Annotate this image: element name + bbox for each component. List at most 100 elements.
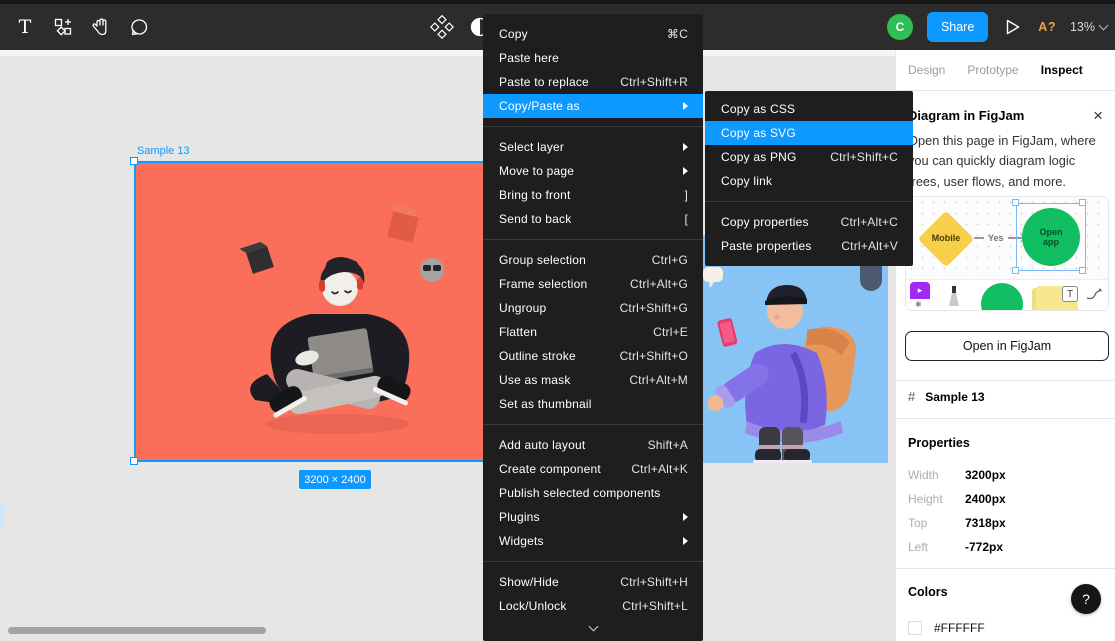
submenu-item-copy-link[interactable]: Copy link [705,169,913,193]
property-label: Left [908,540,965,554]
hand-tool-button[interactable] [82,7,120,47]
comment-icon [130,18,149,37]
menu-item-copy-paste-as[interactable]: Copy/Paste as [483,94,703,118]
menu-item-create-component[interactable]: Create componentCtrl+Alt+K [483,457,703,481]
property-value: 3200px [965,468,1006,482]
submenu-item-copy-properties[interactable]: Copy propertiesCtrl+Alt+C [705,210,913,234]
submenu-arrow-icon [683,102,688,110]
properties-heading: Properties [908,436,970,450]
property-value: 7318px [965,516,1006,530]
chevron-down-icon [1099,20,1109,30]
size-badge: 3200 × 2400 [299,470,371,489]
selected-frame-row: # Sample 13 [908,389,985,404]
figjam-edge-label: Yes [988,233,1004,243]
accessibility-badge[interactable]: A? [1038,20,1056,34]
inspector-panel: Design Prototype Inspect Diagram in FigJ… [896,50,1115,641]
illustration-person-laptop [135,162,535,461]
figjam-description: Open this page in FigJam, where you can … [896,123,1115,192]
property-label: Height [908,492,965,506]
menu-item-add-auto-layout[interactable]: Add auto layoutShift+A [483,433,703,457]
property-value: 2400px [965,492,1006,506]
close-icon[interactable]: × [1093,110,1103,122]
menu-item-lock-unlock[interactable]: Lock/UnlockCtrl+Shift+L [483,594,703,618]
menu-item-flatten[interactable]: FlattenCtrl+E [483,320,703,344]
divider [896,380,1115,381]
menu-scroll-more[interactable] [483,618,703,638]
avatar[interactable]: C [887,14,913,40]
menu-item-widgets[interactable]: Widgets [483,529,703,553]
shadow [266,414,410,434]
colors-heading: Colors [908,585,948,599]
context-menu: Copy⌘C Paste here Paste to replaceCtrl+S… [483,14,703,641]
speech-bubble [703,267,723,288]
zoom-control[interactable]: 13% [1070,20,1107,34]
figjam-handle-tr [1079,199,1086,206]
comment-tool-button[interactable] [120,7,158,47]
menu-item-paste-to-replace[interactable]: Paste to replaceCtrl+Shift+R [483,70,703,94]
menu-item-bring-to-front[interactable]: Bring to front] [483,183,703,207]
character [250,257,415,419]
menu-item-plugins[interactable]: Plugins [483,505,703,529]
chevron-down-icon [588,621,598,631]
left-edge-tab [0,503,4,531]
horizontal-scrollbar[interactable] [8,627,266,634]
character-blue [702,285,859,463]
menu-item-frame-selection[interactable]: Frame selectionCtrl+Alt+G [483,272,703,296]
cursor-tool-icon: ▸ [910,282,930,299]
menu-item-publish-selected-components[interactable]: Publish selected components [483,481,703,505]
property-row-width: Width 3200px [908,468,1103,482]
help-button[interactable]: ? [1071,584,1101,614]
menu-item-move-to-page[interactable]: Move to page [483,159,703,183]
menu-item-use-as-mask[interactable]: Use as maskCtrl+Alt+M [483,368,703,392]
menu-item-show-hide[interactable]: Show/HideCtrl+Shift+H [483,570,703,594]
menu-item-paste-here[interactable]: Paste here [483,46,703,70]
menu-separator [483,561,703,562]
menu-item-select-layer[interactable]: Select layer [483,135,703,159]
figjam-handle-tl [1012,199,1019,206]
zoom-level: 13% [1070,20,1095,34]
submenu-arrow-icon [683,167,688,175]
property-label: Top [908,516,965,530]
share-button[interactable]: Share [927,12,988,42]
selection-handle-top-left[interactable] [130,157,138,165]
selection-handle-bottom-left[interactable] [130,457,138,465]
selected-frame-name: Sample 13 [925,390,984,404]
shape-circle-icon [981,283,1023,311]
frame-label-sample-13[interactable]: Sample 13 [137,145,190,157]
figjam-handle-bl [1012,267,1019,274]
text-tool-icon: T [19,16,32,38]
frame-sample-13[interactable] [135,162,535,461]
tab-design[interactable]: Design [908,63,945,77]
submenu-item-copy-as-svg[interactable]: Copy as SVG [705,121,913,145]
inspector-tabs: Design Prototype Inspect [896,50,1115,91]
menu-item-send-to-back[interactable]: Send to back[ [483,207,703,231]
submenu-item-copy-as-css[interactable]: Copy as CSS [705,97,913,121]
menu-item-ungroup[interactable]: UngroupCtrl+Shift+G [483,296,703,320]
menu-item-set-as-thumbnail[interactable]: Set as thumbnail [483,392,703,416]
menu-item-copy[interactable]: Copy⌘C [483,22,703,46]
open-in-figjam-button[interactable]: Open in FigJam [905,331,1109,361]
actions-icon [54,18,72,36]
submenu-item-copy-as-png[interactable]: Copy as PNGCtrl+Shift+C [705,145,913,169]
hand-icon [92,17,110,37]
menu-item-outline-stroke[interactable]: Outline strokeCtrl+Shift+O [483,344,703,368]
menu-item-group-selection[interactable]: Group selectionCtrl+G [483,248,703,272]
property-row-height: Height 2400px [908,492,1103,506]
canvas-top-strip [0,50,895,56]
submenu-arrow-icon [683,537,688,545]
figjam-handle-br [1079,267,1086,274]
figjam-node-selection [1016,203,1086,271]
submenu-item-paste-properties[interactable]: Paste propertiesCtrl+Alt+V [705,234,913,258]
text-tool-button[interactable]: T [6,7,44,47]
color-swatch-row: #FFFFFF [908,621,985,635]
menu-separator [483,424,703,425]
tab-inspect[interactable]: Inspect [1041,63,1083,77]
menu-separator [483,126,703,127]
figjam-diamonds-icon[interactable] [430,15,454,39]
figjam-section-title: Diagram in FigJam [908,108,1024,123]
present-play-button[interactable] [1006,19,1020,35]
color-hex-value: #FFFFFF [934,621,985,635]
resources-tool-button[interactable] [44,7,82,47]
tab-prototype[interactable]: Prototype [967,63,1018,77]
color-swatch-white[interactable] [908,621,922,635]
